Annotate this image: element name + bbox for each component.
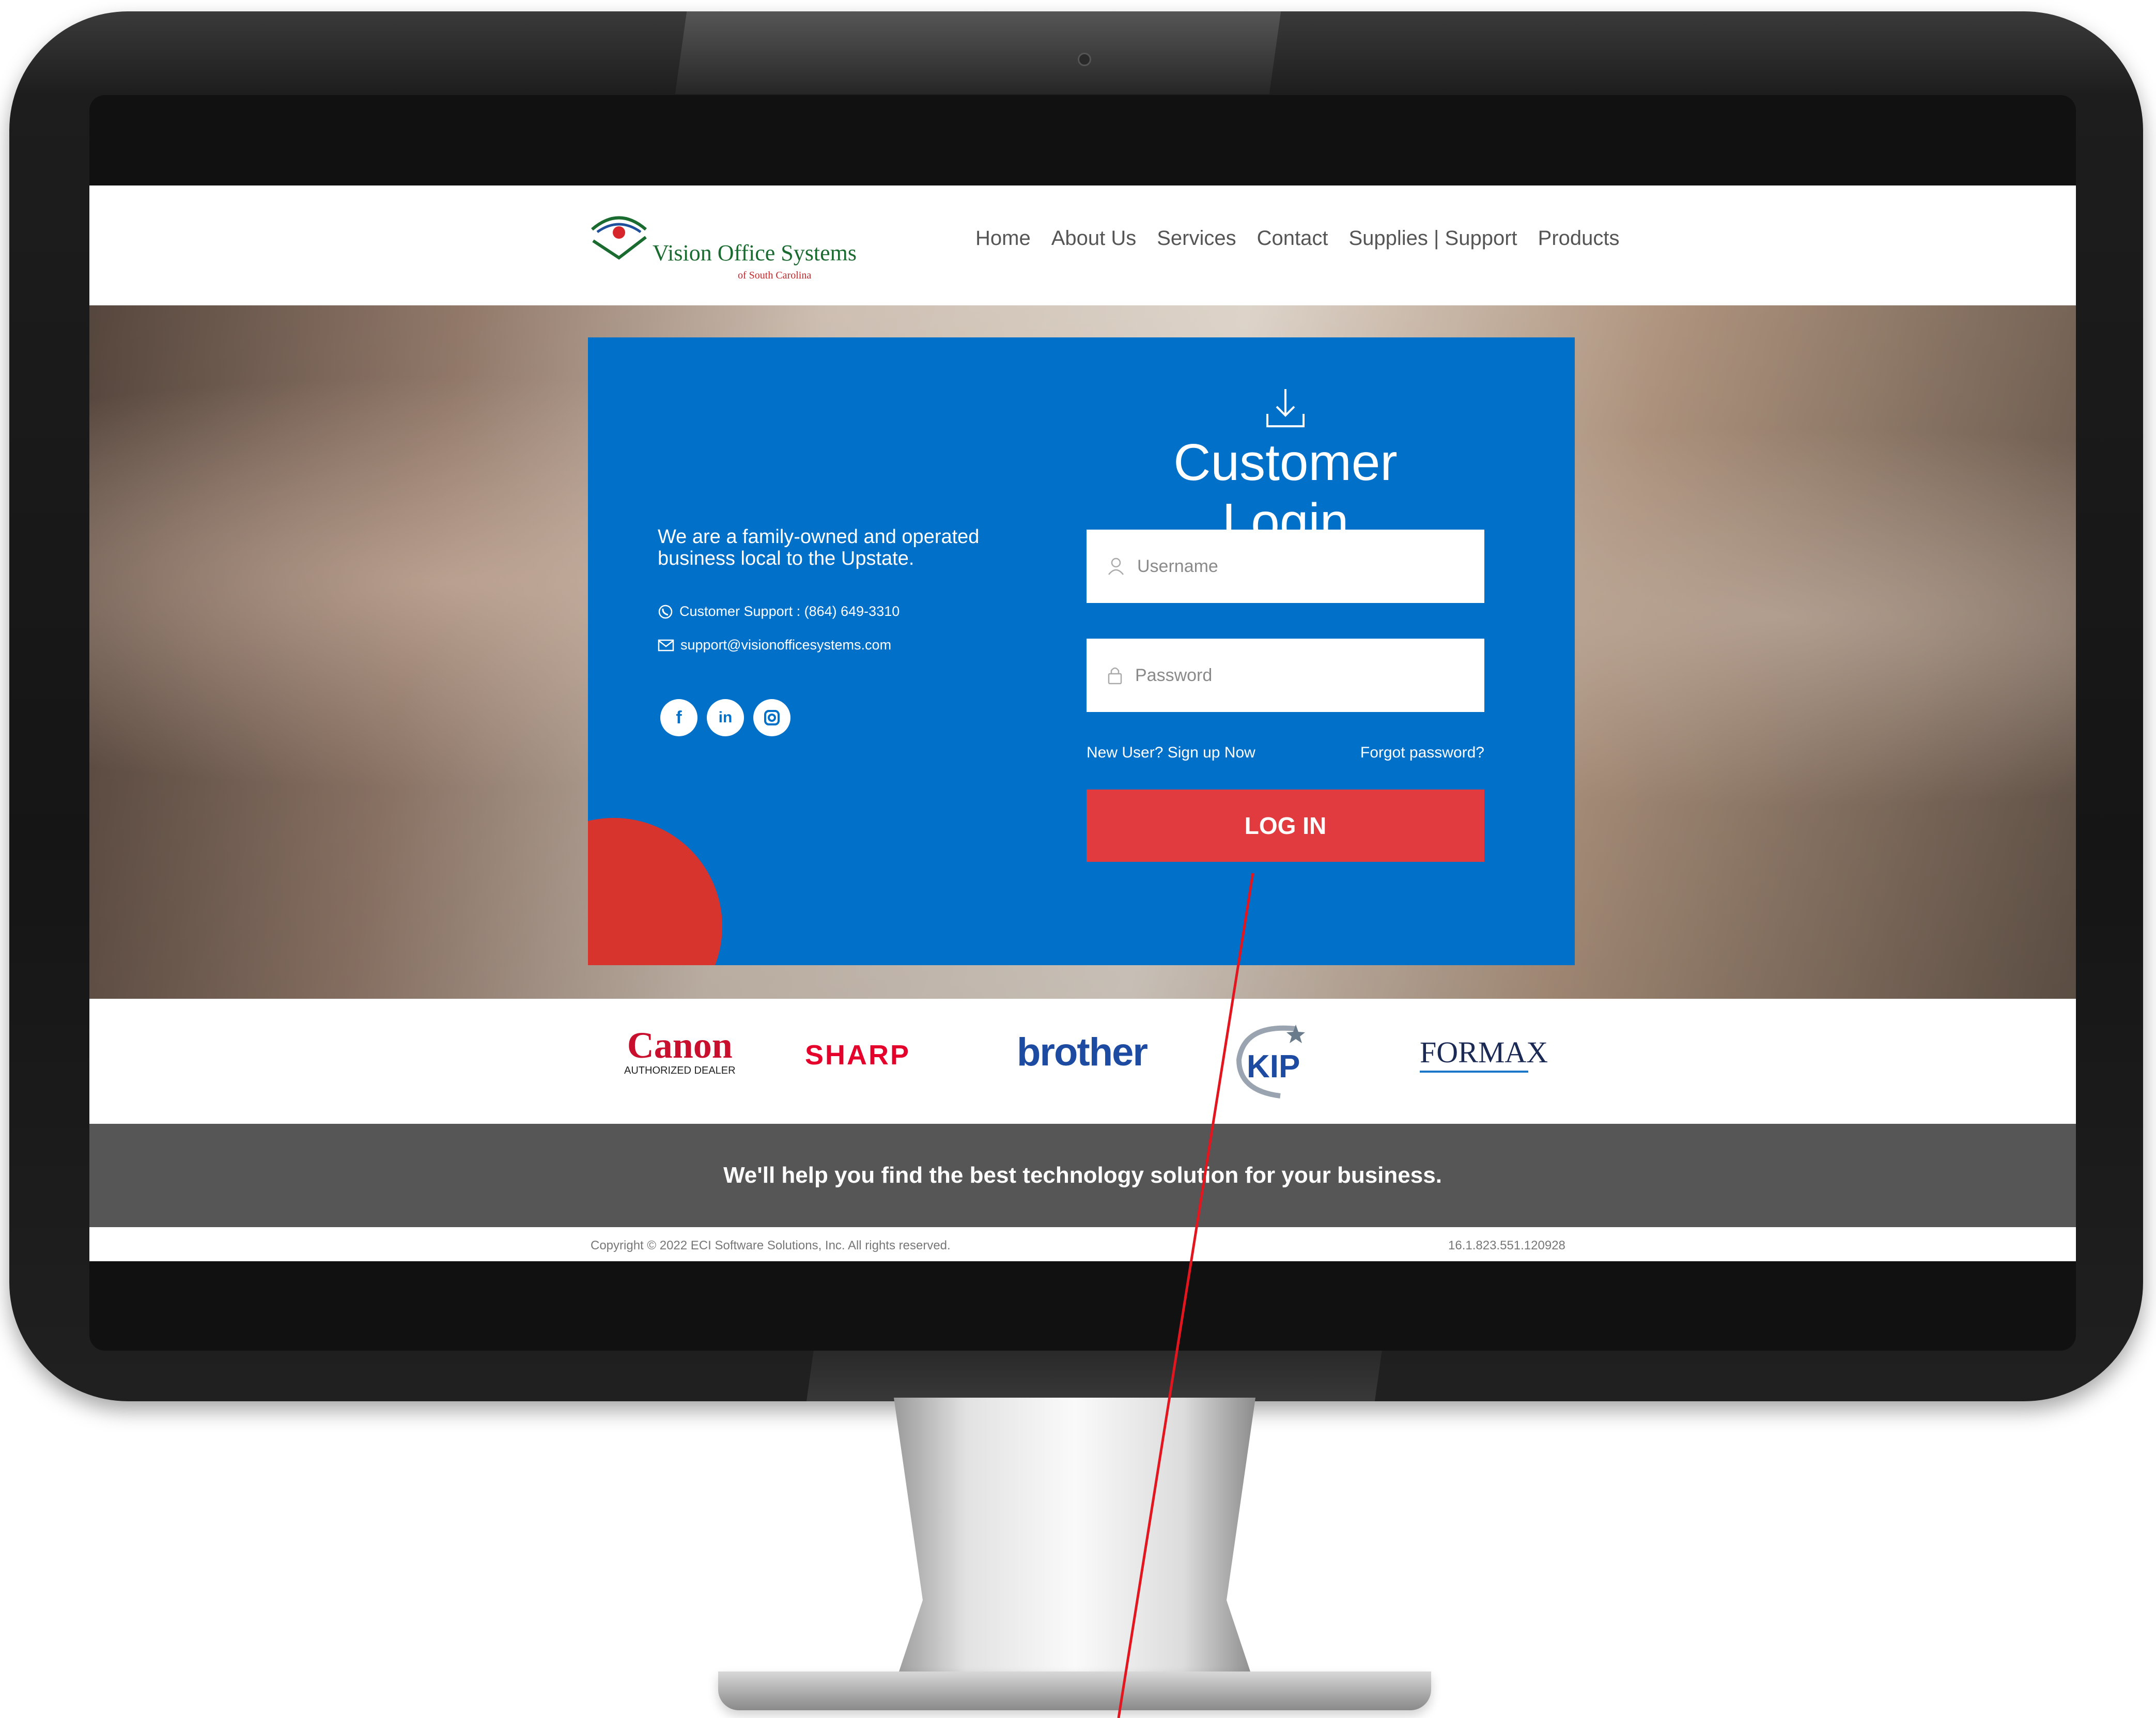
kip-logo[interactable]: KIP [1223, 1018, 1305, 1098]
website: Vision Office Systems of South Carolina … [89, 185, 2076, 1261]
formax-wordmark: FORMAX [1420, 1035, 1548, 1069]
logo-subtitle: of South Carolina [738, 270, 812, 281]
nav-contact[interactable]: Contact [1257, 227, 1328, 250]
lock-icon [1108, 667, 1122, 685]
login-button[interactable]: LOG IN [1087, 790, 1484, 862]
phone-row: Customer Support : (864) 649-3310 [658, 603, 899, 620]
formax-logo[interactable]: FORMAX [1420, 1035, 1548, 1073]
monitor-bezel: Vision Office Systems of South Carolina … [9, 11, 2143, 1401]
company-logo[interactable]: Vision Office Systems of South Carolina [588, 209, 857, 286]
version-text: 16.1.823.551.120928 [1448, 1239, 1565, 1252]
nav-supplies-support[interactable]: Supplies | Support [1348, 227, 1517, 250]
tagline-text: We'll help you find the best technology … [723, 1163, 1442, 1188]
about-text: We are a family-owned and operated busin… [658, 526, 980, 569]
facebook-icon[interactable]: f [660, 699, 697, 736]
password-placeholder: Password [1135, 665, 1213, 685]
tagline-bar: We'll help you find the best technology … [89, 1124, 2076, 1227]
sharp-logo[interactable]: SHARP [805, 1039, 910, 1071]
signup-link[interactable]: New User? Sign up Now [1087, 744, 1255, 762]
forgot-password-link[interactable]: Forgot password? [1360, 744, 1484, 762]
username-field[interactable]: Username [1087, 530, 1484, 603]
eye-logo-icon [591, 216, 647, 260]
nav-about-us[interactable]: About Us [1051, 227, 1137, 250]
monitor-stand-neck [894, 1398, 1255, 1687]
kip-wordmark: KIP [1247, 1049, 1300, 1085]
username-placeholder: Username [1137, 556, 1218, 576]
linkedin-icon[interactable]: in [707, 699, 744, 736]
formax-underline [1420, 1071, 1528, 1073]
brother-logo[interactable]: brother [1017, 1030, 1148, 1075]
canon-dealer-text: AUTHORIZED DEALER [624, 1065, 736, 1076]
camera-dot [1078, 53, 1091, 66]
download-icon [1266, 389, 1305, 427]
bezel-gloss [675, 11, 1281, 94]
copyright-text: Copyright © 2022 ECI Software Solutions,… [591, 1239, 951, 1252]
nav-services[interactable]: Services [1157, 227, 1236, 250]
main-nav: Home About Us Services Contact Supplies … [975, 227, 1620, 250]
social-links: f in [660, 699, 790, 736]
phone-icon [658, 605, 673, 618]
login-card: We are a family-owned and operated busin… [588, 337, 1575, 965]
card-red-accent [588, 818, 722, 965]
nav-products[interactable]: Products [1538, 227, 1620, 250]
logo-name: Vision Office Systems [653, 240, 857, 266]
canon-wordmark: Canon [627, 1025, 733, 1066]
support-phone[interactable]: Customer Support : (864) 649-3310 [679, 603, 899, 620]
login-links: New User? Sign up Now Forgot password? [1087, 744, 1484, 762]
site-header: Vision Office Systems of South Carolina … [89, 185, 2076, 305]
site-footer: Copyright © 2022 ECI Software Solutions,… [89, 1227, 2076, 1261]
instagram-icon[interactable] [753, 699, 790, 736]
nav-home[interactable]: Home [975, 227, 1031, 250]
user-icon [1108, 558, 1124, 575]
hero-background: We are a family-owned and operated busin… [89, 305, 2076, 999]
monitor-screen: Vision Office Systems of South Carolina … [89, 95, 2076, 1351]
brand-strip: Canon AUTHORIZED DEALER SHARP brother KI… [89, 999, 2076, 1124]
monitor-stand-base [718, 1671, 1431, 1710]
canon-logo[interactable]: Canon AUTHORIZED DEALER [624, 1026, 736, 1077]
mail-icon [658, 639, 674, 651]
support-email[interactable]: support@visionofficesystems.com [680, 637, 891, 653]
password-field[interactable]: Password [1087, 639, 1484, 712]
email-row: support@visionofficesystems.com [658, 637, 891, 653]
